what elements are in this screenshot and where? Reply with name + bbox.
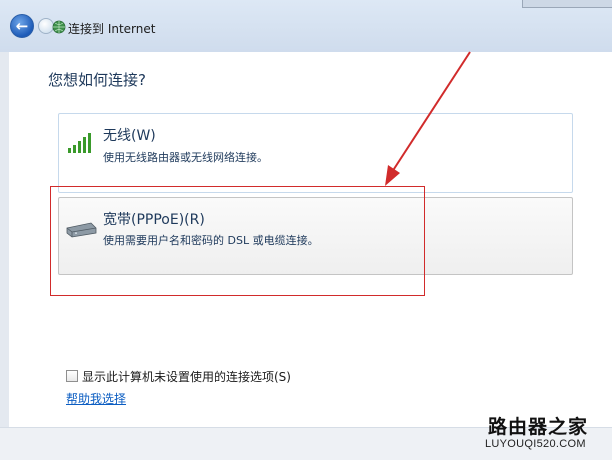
window-controls[interactable]: [522, 0, 612, 8]
watermark-url: LUYOUQI520.COM: [485, 438, 586, 450]
window-title: 连接到 Internet: [68, 22, 156, 36]
option-wireless[interactable]: 无线(W) 使用无线路由器或无线网络连接。: [58, 113, 573, 193]
network-globe-icon: [52, 20, 66, 34]
show-unconfigured-checkbox[interactable]: [66, 370, 78, 382]
annotation-highlight-box: [50, 186, 425, 296]
option-wireless-title: 无线(W): [103, 128, 156, 144]
help-me-choose-link[interactable]: 帮助我选择: [66, 390, 126, 407]
title-bar: ← 连接到 Internet: [0, 0, 612, 52]
watermark: 路由器之家 LUYOUQI520.COM: [480, 412, 612, 459]
back-button[interactable]: ←: [10, 14, 34, 38]
show-unconfigured-label[interactable]: 显示此计算机未设置使用的连接选项(S): [82, 368, 291, 385]
watermark-title: 路由器之家: [488, 416, 589, 438]
signal-bars-icon: [68, 133, 91, 153]
option-wireless-description: 使用无线路由器或无线网络连接。: [103, 151, 268, 164]
left-rail: [0, 52, 9, 427]
page-heading: 您想如何连接?: [48, 71, 146, 89]
back-arrow-icon: ←: [15, 17, 29, 35]
